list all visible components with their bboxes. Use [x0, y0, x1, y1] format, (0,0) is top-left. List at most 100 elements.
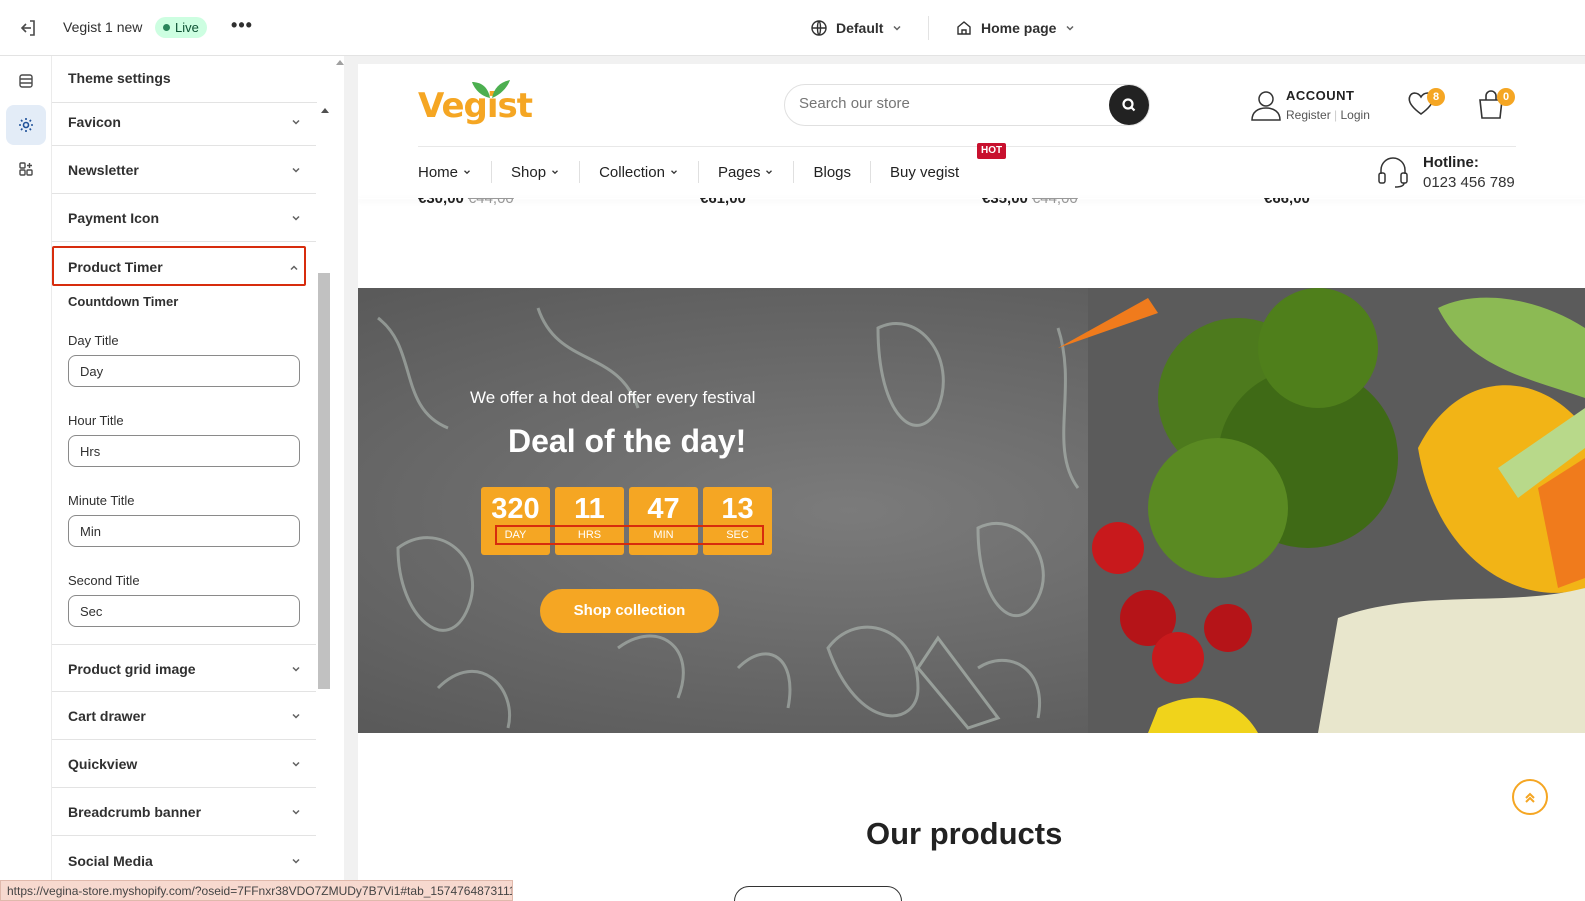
login-link[interactable]: Login [1341, 108, 1370, 122]
chevron-down-icon [292, 761, 300, 767]
main-nav: Home Shop Collection Pages Blogs Buy veg… [418, 160, 978, 184]
scroll-to-top-button[interactable] [1512, 779, 1548, 815]
store-name: Vegist 1 new [63, 19, 143, 35]
nav-item-buy-vegist[interactable]: Buy vegist [870, 161, 978, 183]
page-selector-label: Home page [981, 20, 1057, 36]
chevron-down-icon [292, 119, 300, 125]
chevron-down-icon [292, 215, 300, 221]
header-shadow [358, 198, 1585, 199]
search-button[interactable] [1109, 85, 1149, 125]
section-label: Product Timer [68, 259, 163, 275]
editor-icon-rail [0, 56, 52, 901]
nav-item-collection[interactable]: Collection [579, 161, 698, 183]
more-actions-button[interactable]: ••• [229, 14, 255, 40]
nav-item-shop[interactable]: Shop [491, 161, 579, 183]
scroll-up-arrow-icon[interactable] [336, 60, 344, 65]
section-favicon[interactable]: Favicon [52, 98, 316, 146]
minute-title-label: Minute Title [68, 493, 135, 508]
day-title-label: Day Title [68, 333, 119, 348]
section-payment-icon[interactable]: Payment Icon [52, 194, 316, 242]
timer-day-value: 320 [491, 493, 540, 525]
chevron-up-icon [290, 265, 298, 271]
search-icon [1122, 98, 1136, 112]
panel-scrollbar-thumb[interactable] [318, 273, 330, 689]
cart-count-badge: 0 [1497, 88, 1515, 106]
nav-item-home[interactable]: Home [418, 161, 491, 183]
our-products-heading: Our products [866, 816, 1063, 851]
section-label: Breadcrumb banner [68, 804, 202, 820]
section-cart-drawer[interactable]: Cart drawer [52, 692, 316, 740]
app-embeds-icon[interactable] [6, 149, 46, 189]
chevron-down-icon [464, 170, 470, 175]
editor-topbar: Vegist 1 new Live ••• Default Home page [0, 0, 1585, 56]
search-bar [784, 84, 1150, 126]
wishlist-count-badge: 8 [1427, 88, 1445, 106]
section-quickview[interactable]: Quickview [52, 740, 316, 788]
theme-settings-gear-icon[interactable] [6, 105, 46, 145]
hotline: Hotline: 0123 456 789 [1375, 154, 1515, 195]
home-icon [957, 21, 971, 35]
hour-title-input[interactable] [68, 435, 300, 467]
timer-second-value: 13 [721, 493, 754, 525]
divider [928, 16, 929, 40]
section-label: Social Media [68, 853, 153, 869]
storefront-preview: €30,00 €44,00 €61,00 €35,00 €44,00 €66,00 … [358, 64, 1585, 901]
product-tab-pill[interactable] [734, 886, 902, 901]
chevron-down-icon [292, 167, 300, 173]
section-label: Quickview [68, 756, 138, 772]
section-product-timer[interactable]: Product Timer [52, 246, 306, 286]
chevron-down-icon [1066, 25, 1074, 31]
chevron-down-icon [552, 170, 559, 175]
hotline-number: 0123 456 789 [1423, 174, 1515, 191]
account-title: ACCOUNT [1286, 88, 1355, 103]
chevron-down-icon [893, 25, 901, 31]
chevron-down-icon [292, 666, 300, 672]
hot-badge: HOT [977, 143, 1007, 159]
section-breadcrumb-banner[interactable]: Breadcrumb banner [52, 788, 316, 836]
theme-selector-label: Default [836, 20, 884, 36]
shop-collection-button[interactable]: Shop collection [540, 589, 719, 633]
live-status-badge: Live [155, 17, 207, 38]
section-label: Newsletter [68, 162, 139, 178]
hour-title-label: Hour Title [68, 413, 124, 428]
section-label: Payment Icon [68, 210, 160, 226]
section-label: Favicon [68, 114, 121, 130]
chevron-down-icon [670, 170, 677, 175]
section-product-grid-image[interactable]: Product grid image [52, 644, 316, 692]
chevron-down-icon [292, 809, 300, 815]
wishlist-button[interactable]: 8 [1406, 88, 1445, 118]
second-title-label: Second Title [68, 573, 140, 588]
leaf-logo-icon [472, 80, 510, 98]
second-title-input[interactable] [68, 595, 300, 627]
panel-heading: Theme settings [68, 70, 171, 86]
timer-hour-value: 11 [574, 493, 605, 525]
exit-icon[interactable] [16, 16, 40, 40]
chevron-down-icon [292, 713, 300, 719]
deal-banner: We offer a hot deal offer every festival… [358, 288, 1585, 733]
chevron-down-icon [766, 170, 773, 175]
account-menu[interactable]: ACCOUNT Register | Login [1250, 88, 1370, 127]
hotline-title: Hotline: [1423, 154, 1479, 171]
section-label: Cart drawer [68, 708, 146, 724]
globe-icon [811, 20, 827, 36]
header-divider [418, 146, 1516, 147]
nav-item-blogs[interactable]: Blogs [793, 161, 870, 183]
account-links: Register | Login [1286, 108, 1370, 122]
minute-title-input[interactable] [68, 515, 300, 547]
day-title-input[interactable] [68, 355, 300, 387]
theme-settings-panel: Theme settings Favicon Newsletter Paymen… [52, 56, 333, 901]
page-selector[interactable]: Home page [955, 14, 1076, 42]
timer-minute-value: 47 [647, 493, 680, 525]
register-link[interactable]: Register [1286, 108, 1331, 122]
section-social-media[interactable]: Social Media [52, 837, 316, 885]
banner-subtitle: We offer a hot deal offer every festival [470, 388, 756, 407]
nav-item-pages[interactable]: Pages [697, 161, 794, 183]
sections-icon[interactable] [6, 61, 46, 101]
theme-selector[interactable]: Default [810, 14, 903, 42]
user-icon [1251, 91, 1281, 121]
cart-button[interactable]: 0 [1476, 88, 1515, 120]
banner-title: Deal of the day! [508, 423, 747, 459]
section-newsletter[interactable]: Newsletter [52, 146, 316, 194]
search-input[interactable] [799, 95, 1099, 112]
scroll-up-arrow-icon[interactable] [321, 108, 329, 113]
